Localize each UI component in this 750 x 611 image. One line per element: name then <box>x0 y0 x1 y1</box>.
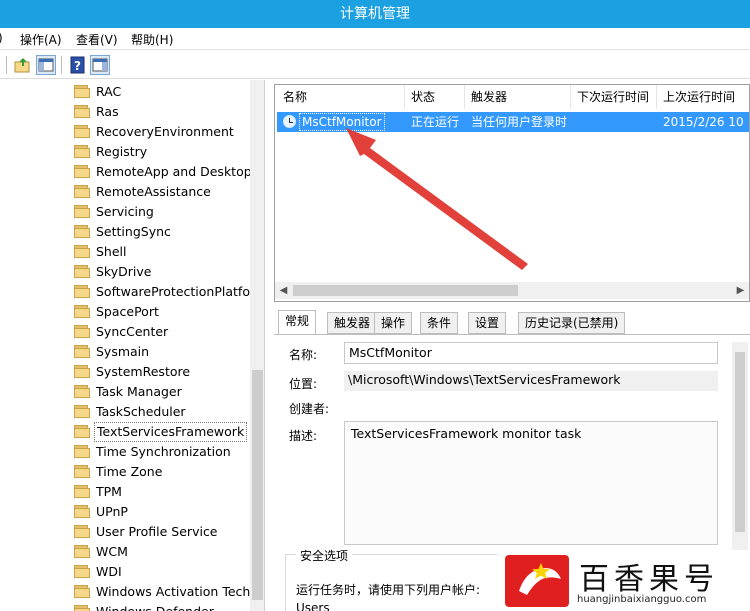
security-options-title: 安全选项 <box>296 547 353 564</box>
brand-logo-icon <box>505 555 569 607</box>
tab-actions[interactable]: 操作 <box>374 312 413 334</box>
location-label: 位置: <box>289 377 318 391</box>
name-label: 名称: <box>289 348 318 362</box>
run-as-account-text: 运行任务时，请使用下列用户帐户: <box>296 583 481 597</box>
description-field[interactable]: TextServicesFramework monitor task <box>344 421 718 545</box>
name-field[interactable]: MsCtfMonitor <box>344 342 718 364</box>
watermark: 百香果号 huangjinbaixiangguo.com <box>497 550 750 611</box>
tab-general[interactable]: 常规 <box>278 310 317 335</box>
tab-triggers[interactable]: 触发器 <box>327 312 378 334</box>
author-label: 创建者: <box>289 402 330 416</box>
tab-settings[interactable]: 设置 <box>468 312 507 334</box>
tab-history[interactable]: 历史记录(已禁用) <box>518 312 626 334</box>
security-options-group: 安全选项 运行任务时，请使用下列用户帐户: Users <box>285 547 499 611</box>
location-value: \Microsoft\Windows\TextServicesFramework <box>344 371 718 391</box>
properties-scrollbar-thumb[interactable] <box>735 352 745 532</box>
task-properties-tabs: 常规 触发器 操作 条件 设置 历史记录(已禁用) <box>274 310 750 335</box>
watermark-url: huangjinbaixiangguo.com <box>577 594 707 605</box>
run-as-user-value: Users <box>296 601 330 611</box>
watermark-brand: 百香果号 <box>579 562 719 597</box>
description-label: 描述: <box>289 429 318 443</box>
tab-conditions[interactable]: 条件 <box>420 312 459 334</box>
